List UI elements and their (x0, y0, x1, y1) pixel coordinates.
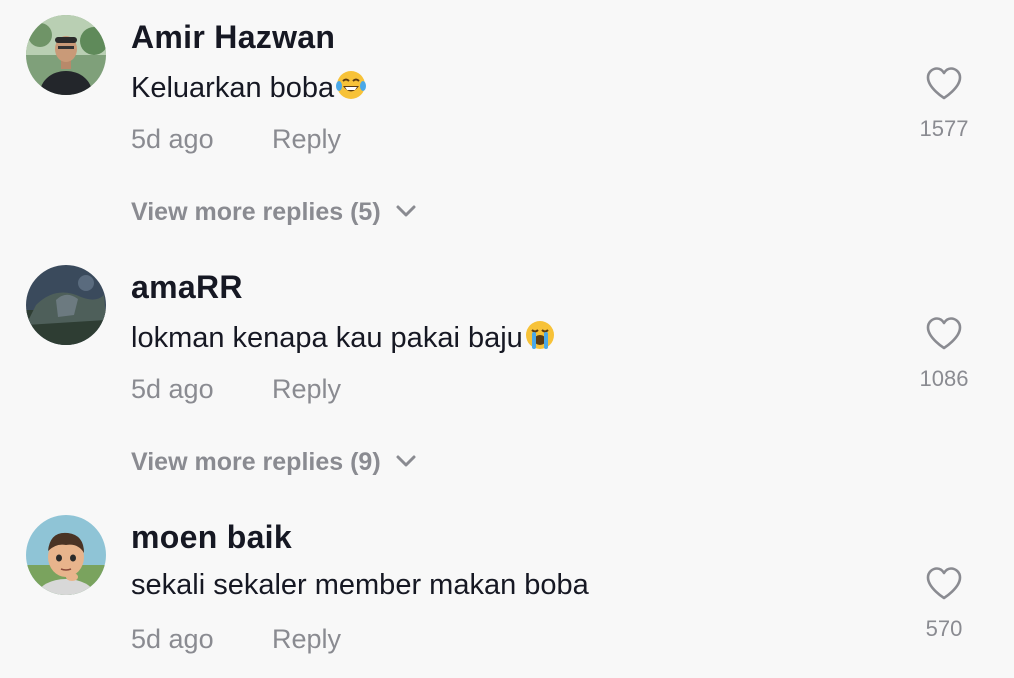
view-more-replies-button[interactable]: View more replies (9) (131, 448, 417, 477)
like-button[interactable]: 1577 (904, 66, 984, 142)
comment-text: lokman kenapa kau pakai baju (131, 319, 556, 355)
comment-text: sekali sekaler member makan boba (131, 569, 589, 601)
comment-text: Keluarkan boba (131, 69, 367, 105)
avatar-photo-icon (26, 15, 106, 95)
avatar-cartoon-icon (26, 515, 106, 595)
avatar[interactable] (26, 265, 106, 345)
loudly-crying-face-icon (525, 321, 554, 349)
comment-username[interactable]: moen baik (131, 519, 292, 556)
like-button[interactable]: 570 (904, 566, 984, 642)
heart-icon[interactable] (925, 316, 963, 352)
comment-timestamp: 5d ago (131, 624, 214, 654)
comment-text-content: Keluarkan boba (131, 72, 335, 104)
comment-timestamp: 5d ago (131, 124, 214, 154)
comment-username[interactable]: Amir Hazwan (131, 19, 335, 56)
heart-icon[interactable] (925, 66, 963, 102)
like-count: 1086 (919, 366, 969, 391)
comment-meta: 5d ago Reply (131, 124, 341, 155)
chevron-down-icon (396, 205, 416, 217)
chevron-down-icon (396, 455, 416, 467)
face-with-tears-of-joy-icon (336, 71, 367, 99)
avatar[interactable] (26, 515, 106, 595)
like-count: 570 (925, 616, 963, 641)
comment-timestamp: 5d ago (131, 374, 214, 404)
heart-icon[interactable] (925, 566, 963, 602)
comment-meta: 5d ago Reply (131, 624, 341, 655)
comment-meta: 5d ago Reply (131, 374, 341, 405)
view-more-replies-button[interactable]: View more replies (5) (131, 198, 417, 227)
view-more-replies-label: View more replies (9) (131, 448, 381, 476)
comment-username[interactable]: amaRR (131, 269, 243, 306)
reply-button[interactable]: Reply (272, 124, 341, 155)
avatar-photo-icon (26, 265, 106, 345)
comment-text-content: lokman kenapa kau pakai baju (131, 322, 523, 354)
reply-button[interactable]: Reply (272, 624, 341, 655)
view-more-replies-label: View more replies (5) (131, 198, 381, 226)
like-count: 1577 (919, 116, 969, 141)
reply-button[interactable]: Reply (272, 374, 341, 405)
like-button[interactable]: 1086 (904, 316, 984, 392)
avatar[interactable] (26, 15, 106, 95)
